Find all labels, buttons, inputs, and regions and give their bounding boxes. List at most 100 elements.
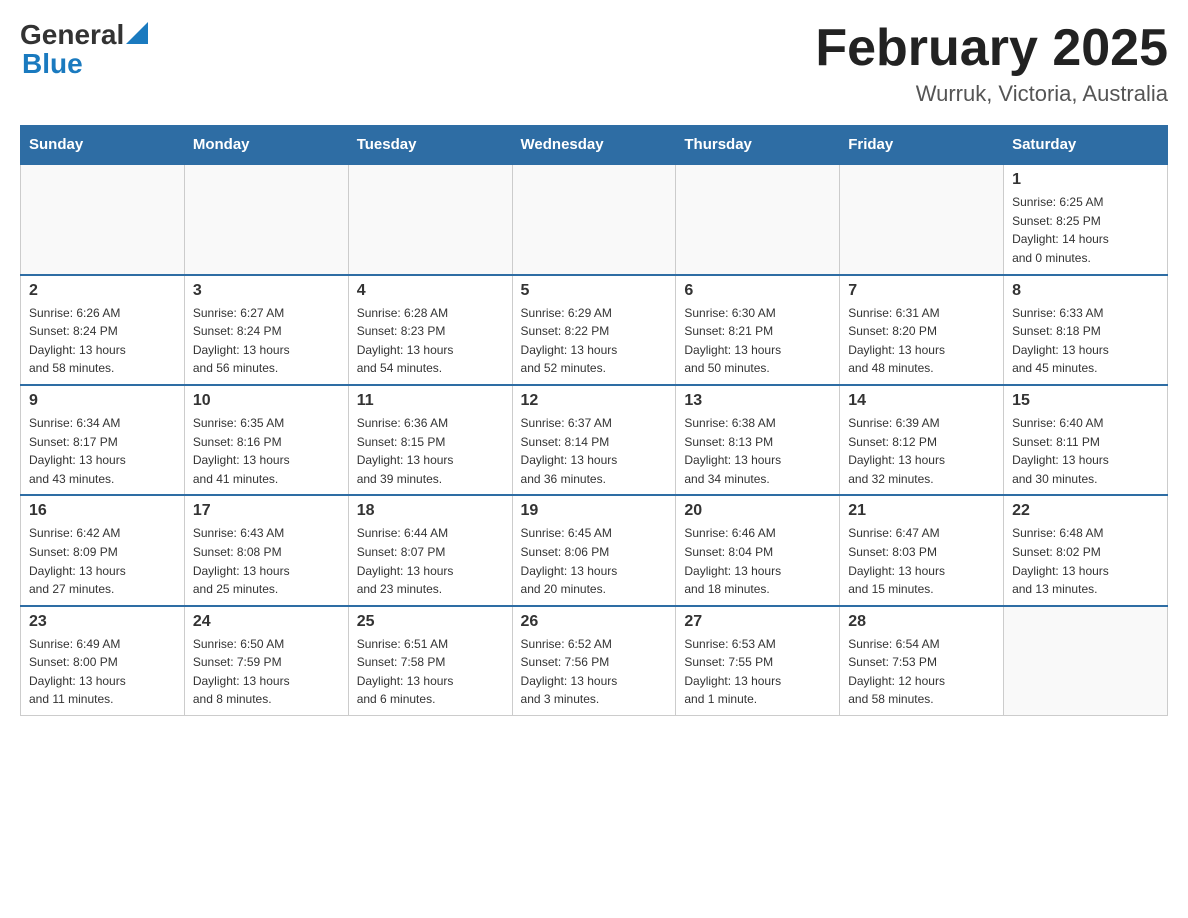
table-row: 2Sunrise: 6:26 AM Sunset: 8:24 PM Daylig… (21, 275, 185, 385)
table-row: 23 Sunrise: 6:49 AM Sunset: 8:00 PM Dayli… (21, 606, 185, 716)
day-number: 9 (29, 392, 176, 410)
day-number: 14 (848, 392, 995, 410)
header-monday: Monday (184, 126, 348, 165)
day-info: Sunrise: 6:47 AM Sunset: 8:03 PM Dayligh… (848, 524, 995, 598)
table-row: 15 Sunrise: 6:40 AM Sunset: 8:11 PM Dayli… (1004, 385, 1168, 495)
day-info: Sunrise: 6:46 AM Sunset: 8:04 PM Dayligh… (684, 524, 831, 598)
day-number: 6 (684, 282, 831, 300)
day-info: Sunrise: 6:38 AM Sunset: 8:13 PM Dayligh… (684, 414, 831, 488)
day-number: 20 (684, 502, 831, 520)
day-info: Sunrise: 6:30 AM Sunset: 8:21 PM Dayligh… (684, 304, 831, 378)
day-number: 11 (357, 392, 504, 410)
calendar-subtitle: Wurruk, Victoria, Australia (815, 81, 1168, 107)
calendar-week-row: 23 Sunrise: 6:49 AM Sunset: 8:00 PM Dayli… (21, 606, 1168, 716)
table-row: 27 Sunrise: 6:53 AM Sunset: 7:55 PM Dayli… (676, 606, 840, 716)
day-number: 4 (357, 282, 504, 300)
day-info: Sunrise: 6:25 AM Sunset: 8:25 PM Dayligh… (1012, 193, 1159, 267)
day-number: 8 (1012, 282, 1159, 300)
table-row: 7 Sunrise: 6:31 AM Sunset: 8:20 PM Daylig… (840, 275, 1004, 385)
table-row: 21 Sunrise: 6:47 AM Sunset: 8:03 PM Dayli… (840, 495, 1004, 605)
day-number: 5 (521, 282, 668, 300)
day-info: Sunrise: 6:33 AM Sunset: 8:18 PM Dayligh… (1012, 304, 1159, 378)
calendar-week-row: 16 Sunrise: 6:42 AM Sunset: 8:09 PM Dayli… (21, 495, 1168, 605)
day-info: Sunrise: 6:42 AM Sunset: 8:09 PM Dayligh… (29, 524, 176, 598)
day-number: 7 (848, 282, 995, 300)
day-number: 27 (684, 613, 831, 631)
table-row: 9 Sunrise: 6:34 AM Sunset: 8:17 PM Daylig… (21, 385, 185, 495)
table-row: 8 Sunrise: 6:33 AM Sunset: 8:18 PM Daylig… (1004, 275, 1168, 385)
table-row: 19Sunrise: 6:45 AM Sunset: 8:06 PM Dayli… (512, 495, 676, 605)
day-info: Sunrise: 6:39 AM Sunset: 8:12 PM Dayligh… (848, 414, 995, 488)
table-row (676, 164, 840, 274)
table-row: 13Sunrise: 6:38 AM Sunset: 8:13 PM Dayli… (676, 385, 840, 495)
day-info: Sunrise: 6:52 AM Sunset: 7:56 PM Dayligh… (521, 635, 668, 709)
logo-triangle-icon (126, 22, 148, 44)
day-number: 15 (1012, 392, 1159, 410)
day-info: Sunrise: 6:48 AM Sunset: 8:02 PM Dayligh… (1012, 524, 1159, 598)
day-info: Sunrise: 6:28 AM Sunset: 8:23 PM Dayligh… (357, 304, 504, 378)
day-info: Sunrise: 6:49 AM Sunset: 8:00 PM Dayligh… (29, 635, 176, 709)
page-header: General Blue February 2025 Wurruk, Victo… (20, 20, 1168, 107)
day-info: Sunrise: 6:53 AM Sunset: 7:55 PM Dayligh… (684, 635, 831, 709)
table-row (21, 164, 185, 274)
day-number: 19 (521, 502, 668, 520)
table-row (184, 164, 348, 274)
day-number: 21 (848, 502, 995, 520)
day-info: Sunrise: 6:35 AM Sunset: 8:16 PM Dayligh… (193, 414, 340, 488)
header-thursday: Thursday (676, 126, 840, 165)
calendar-week-row: 9 Sunrise: 6:34 AM Sunset: 8:17 PM Daylig… (21, 385, 1168, 495)
table-row: 26 Sunrise: 6:52 AM Sunset: 7:56 PM Dayli… (512, 606, 676, 716)
table-row (840, 164, 1004, 274)
day-number: 17 (193, 502, 340, 520)
day-info: Sunrise: 6:37 AM Sunset: 8:14 PM Dayligh… (521, 414, 668, 488)
title-area: February 2025 Wurruk, Victoria, Australi… (815, 20, 1168, 107)
day-info: Sunrise: 6:43 AM Sunset: 8:08 PM Dayligh… (193, 524, 340, 598)
day-number: 16 (29, 502, 176, 520)
logo-text-blue: Blue (22, 49, 83, 80)
day-info: Sunrise: 6:27 AM Sunset: 8:24 PM Dayligh… (193, 304, 340, 378)
day-number: 2 (29, 282, 176, 300)
calendar-week-row: 2Sunrise: 6:26 AM Sunset: 8:24 PM Daylig… (21, 275, 1168, 385)
day-info: Sunrise: 6:40 AM Sunset: 8:11 PM Dayligh… (1012, 414, 1159, 488)
day-info: Sunrise: 6:31 AM Sunset: 8:20 PM Dayligh… (848, 304, 995, 378)
day-info: Sunrise: 6:51 AM Sunset: 7:58 PM Dayligh… (357, 635, 504, 709)
table-row: 14 Sunrise: 6:39 AM Sunset: 8:12 PM Dayli… (840, 385, 1004, 495)
header-tuesday: Tuesday (348, 126, 512, 165)
table-row: 5 Sunrise: 6:29 AM Sunset: 8:22 PM Daylig… (512, 275, 676, 385)
header-friday: Friday (840, 126, 1004, 165)
day-number: 12 (521, 392, 668, 410)
table-row: 24 Sunrise: 6:50 AM Sunset: 7:59 PM Dayli… (184, 606, 348, 716)
table-row: 22 Sunrise: 6:48 AM Sunset: 8:02 PM Dayli… (1004, 495, 1168, 605)
day-number: 10 (193, 392, 340, 410)
table-row: 12 Sunrise: 6:37 AM Sunset: 8:14 PM Dayli… (512, 385, 676, 495)
day-number: 28 (848, 613, 995, 631)
table-row: 25 Sunrise: 6:51 AM Sunset: 7:58 PM Dayli… (348, 606, 512, 716)
day-number: 3 (193, 282, 340, 300)
day-number: 23 (29, 613, 176, 631)
header-saturday: Saturday (1004, 126, 1168, 165)
table-row: 10 Sunrise: 6:35 AM Sunset: 8:16 PM Dayli… (184, 385, 348, 495)
header-sunday: Sunday (21, 126, 185, 165)
day-number: 26 (521, 613, 668, 631)
table-row: 4 Sunrise: 6:28 AM Sunset: 8:23 PM Daylig… (348, 275, 512, 385)
table-row: 11 Sunrise: 6:36 AM Sunset: 8:15 PM Dayli… (348, 385, 512, 495)
day-info: Sunrise: 6:29 AM Sunset: 8:22 PM Dayligh… (521, 304, 668, 378)
table-row (348, 164, 512, 274)
day-number: 24 (193, 613, 340, 631)
table-row: 18Sunrise: 6:44 AM Sunset: 8:07 PM Dayli… (348, 495, 512, 605)
calendar-week-row: 1Sunrise: 6:25 AM Sunset: 8:25 PM Daylig… (21, 164, 1168, 274)
calendar-title: February 2025 (815, 20, 1168, 77)
table-row: 3 Sunrise: 6:27 AM Sunset: 8:24 PM Daylig… (184, 275, 348, 385)
table-row: 17 Sunrise: 6:43 AM Sunset: 8:08 PM Dayli… (184, 495, 348, 605)
table-row (512, 164, 676, 274)
logo-text-general: General (20, 20, 124, 51)
day-number: 25 (357, 613, 504, 631)
table-row: 20 Sunrise: 6:46 AM Sunset: 8:04 PM Dayli… (676, 495, 840, 605)
logo: General Blue (20, 20, 148, 80)
day-info: Sunrise: 6:44 AM Sunset: 8:07 PM Dayligh… (357, 524, 504, 598)
day-info: Sunrise: 6:34 AM Sunset: 8:17 PM Dayligh… (29, 414, 176, 488)
day-info: Sunrise: 6:36 AM Sunset: 8:15 PM Dayligh… (357, 414, 504, 488)
day-info: Sunrise: 6:50 AM Sunset: 7:59 PM Dayligh… (193, 635, 340, 709)
day-info: Sunrise: 6:54 AM Sunset: 7:53 PM Dayligh… (848, 635, 995, 709)
day-number: 22 (1012, 502, 1159, 520)
